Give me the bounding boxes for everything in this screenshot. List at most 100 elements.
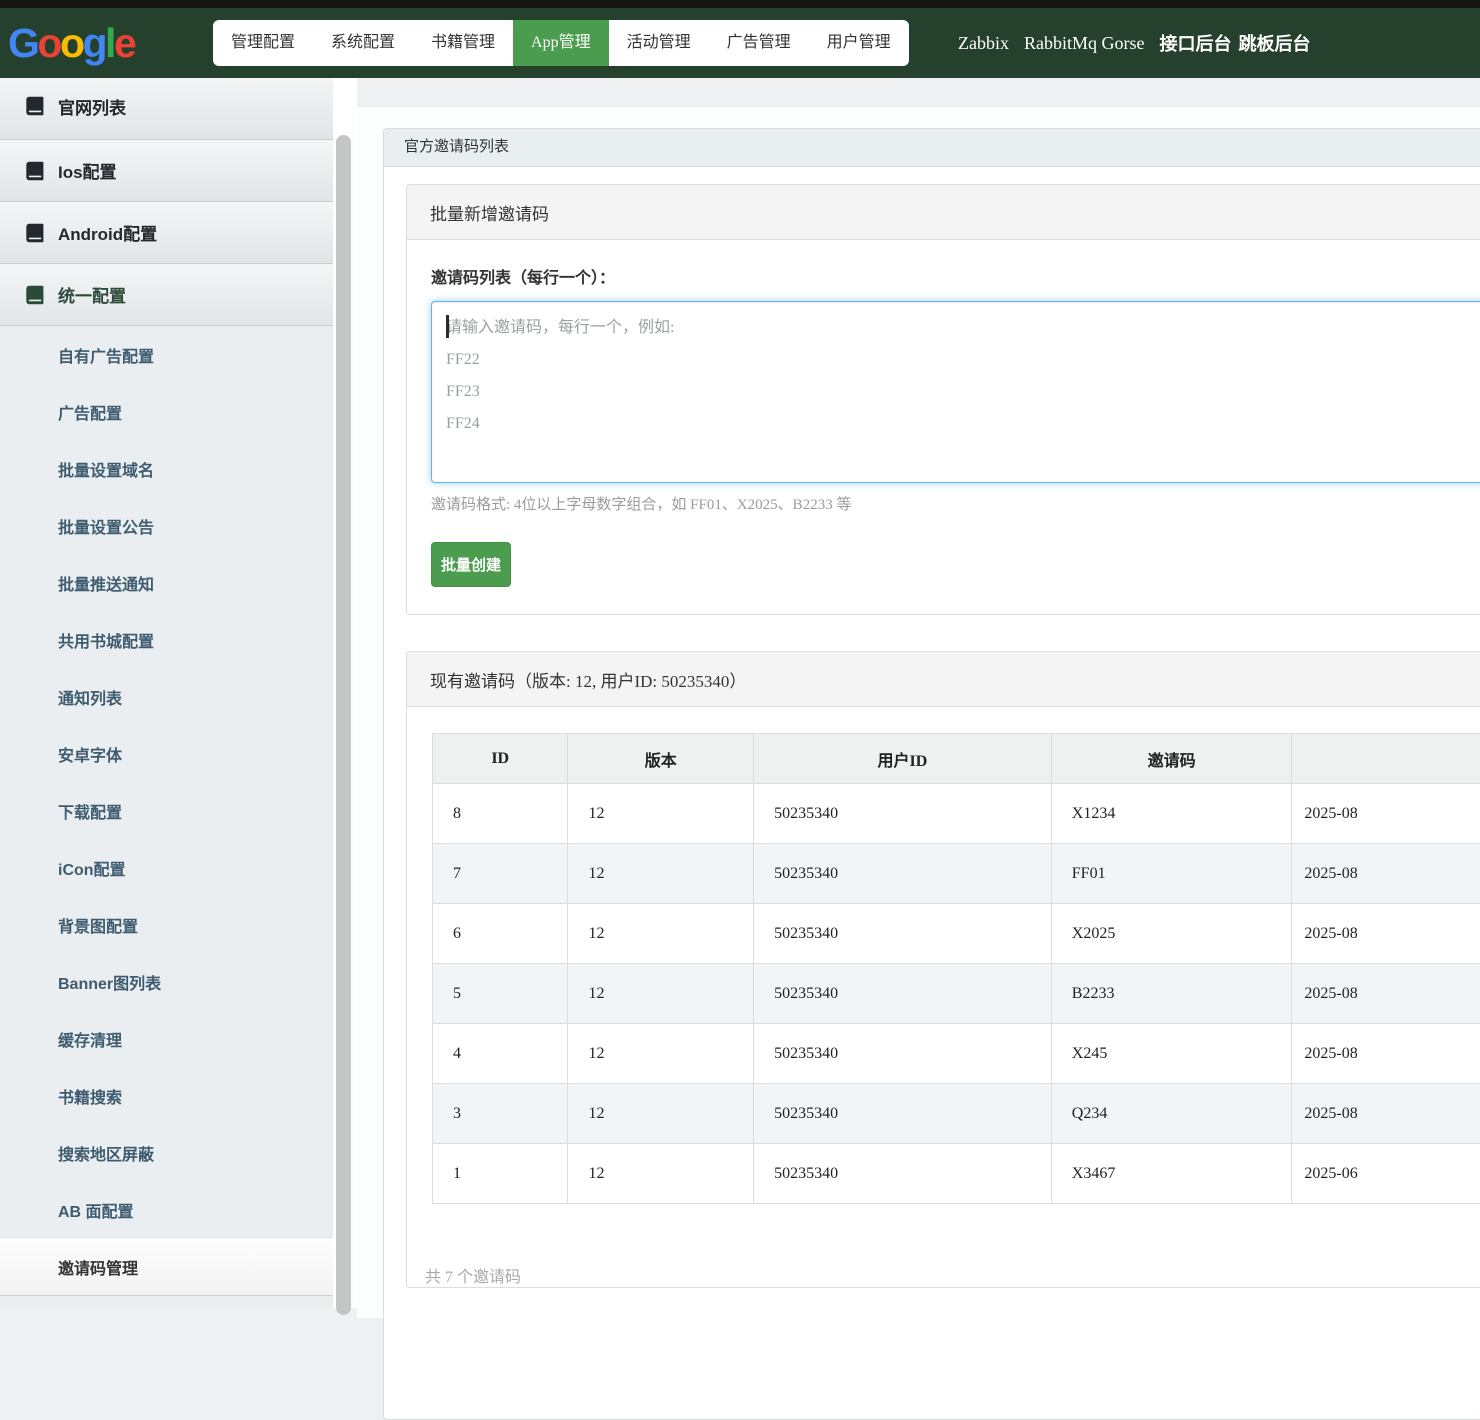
navbar-link[interactable]: RabbitMq Gorse <box>1024 33 1145 54</box>
book-icon <box>25 96 45 116</box>
table-cell: FF01 <box>1051 844 1292 904</box>
table-body: 81250235340X12342025-0871250235340FF0120… <box>433 784 1480 1204</box>
sidebar-subitem[interactable]: iCon配置 <box>0 839 333 896</box>
table-header-cell: 版本 <box>568 734 754 784</box>
sidebar-subitem[interactable]: 广告配置 <box>0 383 333 440</box>
sidebar-scrollbar-thumb[interactable] <box>336 135 351 1315</box>
nav-tab[interactable]: App管理 <box>513 20 609 66</box>
batch-create-title: 批量新增邀请码 <box>407 185 1480 240</box>
table-cell: 2025-08 <box>1292 964 1480 1024</box>
table-header-cell: 邀请码 <box>1051 734 1292 784</box>
table-cell: X2025 <box>1051 904 1292 964</box>
sidebar-section[interactable]: 官网列表 <box>0 78 333 140</box>
invite-codes-textarea-wrap <box>431 301 1480 483</box>
table-header-cell: ID <box>433 734 568 784</box>
sidebar-subitem[interactable]: 安卓字体 <box>0 725 333 782</box>
page-title: 官方邀请码列表 <box>384 129 1480 167</box>
sidebar-subitem[interactable]: 下载配置 <box>0 782 333 839</box>
table-row: 51250235340B22332025-08 <box>433 964 1480 1024</box>
sidebar-subitems: 自有广告配置广告配置批量设置域名批量设置公告批量推送通知共用书城配置通知列表安卓… <box>0 326 333 1296</box>
table-row: 71250235340FF012025-08 <box>433 844 1480 904</box>
content-area: 官方邀请码列表 批量新增邀请码 邀请码列表（每行一个）： 邀请码格式: 4位以上… <box>357 78 1480 1308</box>
batch-create-body: 邀请码列表（每行一个）： 邀请码格式: 4位以上字母数字组合，如 FF01、X2… <box>407 240 1480 614</box>
sidebar-subitem[interactable]: 批量推送通知 <box>0 554 333 611</box>
sidebar-section-label: Android配置 <box>58 220 157 245</box>
table-cell: 2025-06 <box>1292 1144 1480 1204</box>
invite-codes-input[interactable] <box>431 301 1480 483</box>
table-cell: B2233 <box>1051 964 1292 1024</box>
table-cell: 50235340 <box>754 1024 1052 1084</box>
table-row: 81250235340X12342025-08 <box>433 784 1480 844</box>
sidebar-subitem[interactable]: 批量设置公告 <box>0 497 333 554</box>
sidebar-sections: 官网列表 Ios配置 Android配置统一配置 <box>0 78 333 326</box>
sidebar-subitem[interactable]: 自有广告配置 <box>0 326 333 383</box>
invite-codes-label: 邀请码列表（每行一个）： <box>431 264 1480 288</box>
sidebar-subitem[interactable]: 书籍搜索 <box>0 1067 333 1124</box>
existing-codes-body: ID版本用户ID邀请码 81250235340X12342025-0871250… <box>407 707 1480 1289</box>
sidebar-section[interactable]: 统一配置 <box>0 264 333 326</box>
nav-tab[interactable]: 活动管理 <box>609 20 709 66</box>
google-logo-letter: o <box>37 20 60 66</box>
format-help-text: 邀请码格式: 4位以上字母数字组合，如 FF01、X2025、B2233 等 <box>431 493 1480 514</box>
invite-codes-table: ID版本用户ID邀请码 81250235340X12342025-0871250… <box>432 733 1480 1204</box>
nav-tab[interactable]: 用户管理 <box>809 20 909 66</box>
table-row: 11250235340X34672025-06 <box>433 1144 1480 1204</box>
google-logo-letter: o <box>60 20 83 66</box>
google-logo-letter: g <box>83 20 106 66</box>
table-cell: 2025-08 <box>1292 784 1480 844</box>
sidebar-section-label: 官网列表 <box>58 94 126 119</box>
google-logo[interactable]: Google <box>8 21 134 65</box>
table-cell: 12 <box>568 904 754 964</box>
table-header-cell <box>1292 734 1480 784</box>
table-cell: 50235340 <box>754 1084 1052 1144</box>
table-cell: 50235340 <box>754 844 1052 904</box>
table-cell: 7 <box>433 844 568 904</box>
book-icon <box>25 223 45 243</box>
nav-tab[interactable]: 管理配置 <box>213 20 313 66</box>
sidebar: 官网列表 Ios配置 Android配置统一配置 自有广告配置广告配置批量设置域名批… <box>0 78 333 1308</box>
browser-top-strip <box>0 0 1480 8</box>
sidebar-subitem[interactable]: 邀请码管理 <box>0 1238 333 1296</box>
nav-tab[interactable]: 书籍管理 <box>413 20 513 66</box>
table-cell: 3 <box>433 1084 568 1144</box>
sidebar-subitem[interactable]: 搜索地区屏蔽 <box>0 1124 333 1181</box>
table-cell: 50235340 <box>754 1144 1052 1204</box>
table-cell: 12 <box>568 1144 754 1204</box>
table-cell: 12 <box>568 844 754 904</box>
table-cell: Q234 <box>1051 1084 1292 1144</box>
table-cell: 12 <box>568 964 754 1024</box>
table-cell: 2025-08 <box>1292 1084 1480 1144</box>
table-header-cell: 用户ID <box>754 734 1052 784</box>
sidebar-section-label: 统一配置 <box>58 282 126 307</box>
sidebar-subitem[interactable]: Banner图列表 <box>0 953 333 1010</box>
sidebar-subitem[interactable]: AB 面配置 <box>0 1181 333 1238</box>
google-logo-letter: G <box>8 20 37 66</box>
sidebar-subitem[interactable]: 通知列表 <box>0 668 333 725</box>
table-cell: 50235340 <box>754 964 1052 1024</box>
table-cell: 4 <box>433 1024 568 1084</box>
batch-create-button[interactable]: 批量创建 <box>431 542 511 587</box>
table-cell: 8 <box>433 784 568 844</box>
nav-tab[interactable]: 系统配置 <box>313 20 413 66</box>
batch-create-panel: 批量新增邀请码 邀请码列表（每行一个）： 邀请码格式: 4位以上字母数字组合，如… <box>406 184 1480 615</box>
existing-codes-title: 现有邀请码（版本: 12, 用户ID: 50235340） <box>407 652 1480 707</box>
sidebar-subitem[interactable]: 批量设置域名 <box>0 440 333 497</box>
sidebar-section-label: Ios配置 <box>58 158 117 183</box>
table-cell: 50235340 <box>754 784 1052 844</box>
table-cell: 2025-08 <box>1292 904 1480 964</box>
navbar-link[interactable]: Zabbix <box>958 33 1009 54</box>
table-cell: 12 <box>568 1024 754 1084</box>
nav-tab[interactable]: 广告管理 <box>709 20 809 66</box>
sidebar-subitem[interactable]: 缓存清理 <box>0 1010 333 1067</box>
table-cell: 6 <box>433 904 568 964</box>
navbar-link[interactable]: 接口后台 <box>1160 30 1232 56</box>
table-cell: 12 <box>568 1084 754 1144</box>
table-cell: X3467 <box>1051 1144 1292 1204</box>
sidebar-section[interactable]: Android配置 <box>0 202 333 264</box>
sidebar-section[interactable]: Ios配置 <box>0 140 333 202</box>
table-row: 31250235340Q2342025-08 <box>433 1084 1480 1144</box>
navbar-link[interactable]: 跳板后台 <box>1239 30 1311 56</box>
book-icon <box>25 285 45 305</box>
sidebar-subitem[interactable]: 背景图配置 <box>0 896 333 953</box>
sidebar-subitem[interactable]: 共用书城配置 <box>0 611 333 668</box>
